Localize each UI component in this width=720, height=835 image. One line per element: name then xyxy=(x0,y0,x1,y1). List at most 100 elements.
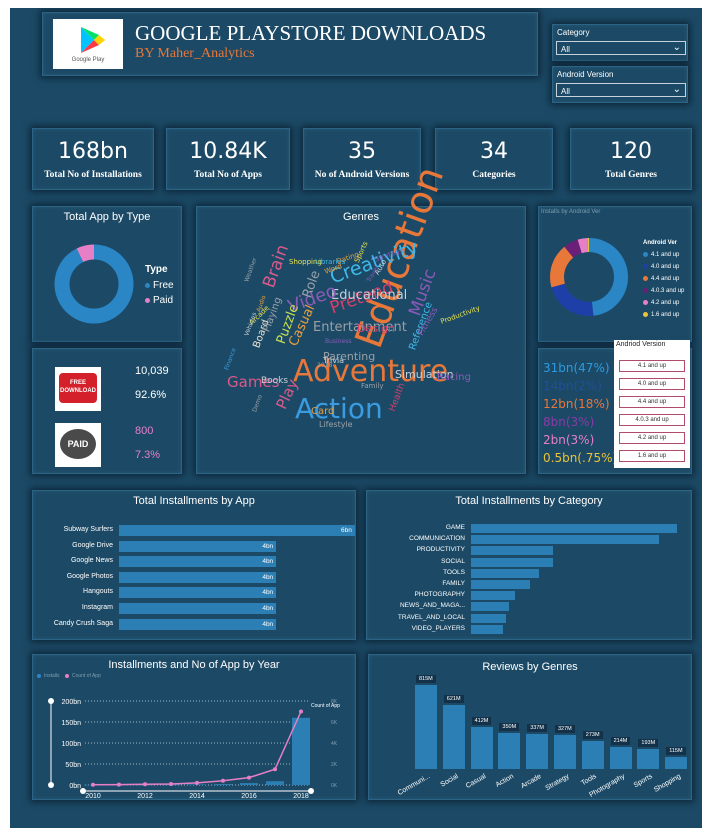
installs-bar[interactable] xyxy=(119,587,277,599)
category-bar[interactable] xyxy=(471,535,660,545)
app-type-card: Total App by Type Type Free Paid xyxy=(32,206,182,342)
x-tick-label: 2010 xyxy=(85,793,101,800)
y-tick-label: 200bn xyxy=(62,699,82,706)
kpi-card-categories: 34 Categories xyxy=(435,128,553,190)
installs-year-bar[interactable] xyxy=(240,783,258,785)
legend-dot-icon xyxy=(643,252,648,257)
bar-category-label: Google Drive xyxy=(72,541,113,549)
y2-tick-label: 2K xyxy=(331,762,338,768)
x-tick-label: 2012 xyxy=(137,793,153,800)
kpi-value: 120 xyxy=(610,139,652,164)
genre-word[interactable]: Lifestyle xyxy=(319,421,353,429)
genre-word[interactable]: Family xyxy=(361,383,384,390)
installs-year-bar[interactable] xyxy=(292,717,310,785)
category-bar[interactable] xyxy=(471,580,530,589)
genre-word[interactable]: Educational xyxy=(331,289,407,302)
genre-word[interactable]: 2018 xyxy=(317,363,332,369)
legend-paid: Paid xyxy=(145,295,173,306)
installs-bar[interactable] xyxy=(119,571,277,583)
bar-category-label: Arcade xyxy=(519,773,543,791)
android-dropdown[interactable]: All ⌄ xyxy=(556,83,686,97)
bar-category-label: Action xyxy=(494,773,515,789)
y2-tick-label: 0K xyxy=(331,783,338,789)
category-bar[interactable] xyxy=(471,613,507,623)
bar-value-label: 621M xyxy=(443,694,464,703)
review-bar[interactable] xyxy=(415,685,437,769)
count-of-app-point xyxy=(195,780,199,785)
installs-bar[interactable] xyxy=(119,525,355,536)
android-version-option[interactable]: 4.0 and up xyxy=(619,378,685,390)
y-tick-label: 100bn xyxy=(62,741,82,748)
review-bar[interactable] xyxy=(498,732,521,769)
android-version-option[interactable]: 4.1 and up xyxy=(619,360,685,372)
review-bar[interactable] xyxy=(470,726,493,769)
dashboard-canvas: Google Play GOOGLE PLAYSTORE DOWNLOADS B… xyxy=(10,8,702,828)
year-combo-chart: 0bn50bn100bn150bn200bn0K2K4K6K8KCount of… xyxy=(48,698,340,800)
legend-dot-icon xyxy=(643,300,648,305)
genre-word[interactable]: Racing xyxy=(437,373,471,383)
category-dropdown[interactable]: All ⌄ xyxy=(556,41,686,55)
genre-word[interactable]: Business xyxy=(325,339,351,345)
category-bar[interactable] xyxy=(471,524,677,533)
genre-word[interactable]: Productivity xyxy=(439,304,481,326)
genre-word[interactable]: Finance xyxy=(223,347,237,371)
installs-bar[interactable] xyxy=(119,556,277,568)
count-of-app-point xyxy=(299,709,303,714)
bar-value-label: 350M xyxy=(499,722,520,731)
kpi-card-installations: 168bn Total No of Installations xyxy=(32,128,154,190)
installs-bar[interactable] xyxy=(119,618,277,630)
android-version-option[interactable]: 1.6 and up xyxy=(619,450,685,462)
x-tick-label: 2016 xyxy=(241,793,257,800)
bar-category-label: TRAVEL_AND_LOCAL xyxy=(397,613,465,621)
android-legend-label: 4.0 and up xyxy=(651,264,680,271)
legend-paid-label: Paid xyxy=(153,295,174,306)
installs-bar[interactable] xyxy=(119,603,277,614)
donut-free-segment[interactable] xyxy=(54,244,134,324)
legend-dot-icon xyxy=(643,312,648,317)
bar-value-label: 4bn xyxy=(262,620,274,628)
genre-word[interactable]: Action xyxy=(295,395,383,423)
android-version-slicer: Android Version All ⌄ xyxy=(552,66,688,103)
android-version-option[interactable]: 4.2 and up xyxy=(619,432,685,444)
bar-category-label: Social xyxy=(439,773,460,789)
kpi-label: Categories xyxy=(472,170,516,180)
page-title: GOOGLE PLAYSTORE DOWNLOADS xyxy=(135,21,487,45)
genre-word[interactable]: Brain xyxy=(259,242,293,291)
genre-word[interactable]: Demo xyxy=(251,394,264,413)
kpi-value: 168bn xyxy=(58,139,128,164)
bar-category-label: SOCIAL xyxy=(441,557,465,565)
installs-by-app-title: Total Installments by App xyxy=(133,495,255,507)
bar-category-label: FAMILY xyxy=(442,580,465,587)
installs-year-bar[interactable] xyxy=(266,781,284,785)
android-legend-label: 4.4 and up xyxy=(651,276,680,283)
chevron-down-icon: ⌄ xyxy=(672,42,681,53)
genre-word[interactable]: Design xyxy=(357,323,395,334)
installs-bar[interactable] xyxy=(119,540,277,552)
review-bar[interactable] xyxy=(581,740,604,769)
paid-count: 800 xyxy=(135,425,154,437)
category-bar[interactable] xyxy=(471,624,504,634)
installs-year-bar[interactable] xyxy=(214,784,232,785)
android-legend-item: 4.1 and up xyxy=(643,252,679,258)
x-tick-label: 2018 xyxy=(293,793,309,800)
bar-category-label: Sports xyxy=(632,773,654,790)
review-bar[interactable] xyxy=(665,757,688,769)
category-bar[interactable] xyxy=(471,557,554,567)
android-version-option[interactable]: 4.0.3 and up xyxy=(619,414,685,426)
android-share-value: 31bn(47%) xyxy=(543,361,610,375)
category-bar[interactable] xyxy=(471,591,516,601)
android-legend-item: 1.6 and up xyxy=(643,312,679,318)
review-bar[interactable] xyxy=(554,735,576,769)
genre-word[interactable]: Card xyxy=(311,407,334,417)
genre-word[interactable]: Books xyxy=(261,377,288,386)
review-bar[interactable] xyxy=(526,734,549,769)
genre-word[interactable]: Weather xyxy=(243,257,258,283)
review-bar[interactable] xyxy=(442,704,465,769)
android-legend-label: 4.0.3 and up xyxy=(651,288,685,295)
android-version-option[interactable]: 4.4 and up xyxy=(619,396,685,408)
category-bar[interactable] xyxy=(471,602,510,612)
category-bar[interactable] xyxy=(471,568,539,578)
category-bar[interactable] xyxy=(471,546,554,556)
review-bar[interactable] xyxy=(637,749,660,769)
review-bar[interactable] xyxy=(609,746,632,769)
